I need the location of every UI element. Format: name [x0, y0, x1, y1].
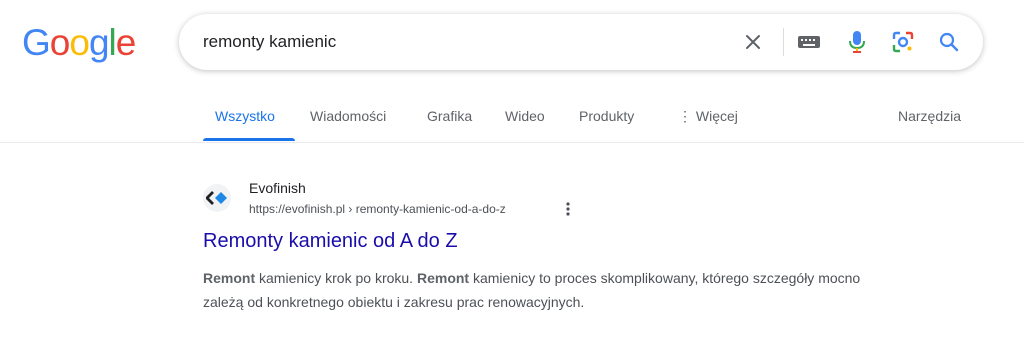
result-snippet: Remont kamienicy krok po kroku. Remont k… [203, 266, 883, 314]
search-divider [783, 28, 784, 56]
more-options-icon[interactable] [561, 200, 575, 218]
result-site-name[interactable]: Evofinish [249, 180, 306, 196]
logo-letter: o [49, 22, 71, 63]
lens-icon[interactable] [889, 28, 917, 56]
result-url[interactable]: https://evofinish.pl › remonty-kamienic-… [249, 202, 506, 216]
result-title-link[interactable]: Remonty kamienic od A do Z [203, 230, 458, 253]
search-tabs: Wszystko Wiadomości Grafika Wideo Produk… [0, 98, 1024, 143]
tab-products[interactable]: Produkty [579, 108, 634, 124]
tab-images[interactable]: Grafika [427, 108, 472, 124]
logo-letter: G [22, 22, 51, 63]
snippet-bold: Remont [416, 270, 470, 286]
tab-all[interactable]: Wszystko [215, 108, 275, 124]
logo-letter: l [108, 22, 117, 63]
search-box[interactable]: remonty kamienic [179, 14, 983, 70]
search-input[interactable]: remonty kamienic [203, 32, 336, 52]
tab-videos[interactable]: Wideo [505, 108, 545, 124]
tab-news[interactable]: Wiadomości [310, 108, 386, 124]
tools-button[interactable]: Narzędzia [898, 108, 961, 124]
tab-more[interactable]: ⋮ Więcej [678, 108, 738, 125]
search-icon[interactable] [935, 28, 963, 56]
logo-letter: e [115, 22, 137, 63]
keyboard-icon[interactable] [795, 28, 823, 56]
mic-icon[interactable] [843, 28, 871, 56]
logo-letter: o [69, 22, 90, 63]
clear-icon[interactable] [739, 28, 767, 56]
snippet-text: kamienicy krok po kroku. [255, 270, 417, 286]
active-tab-indicator [203, 138, 295, 141]
google-logo[interactable]: Google [22, 22, 137, 63]
snippet-bold: Remont [203, 270, 256, 286]
site-favicon-icon [203, 184, 231, 212]
logo-letter: g [88, 22, 110, 63]
